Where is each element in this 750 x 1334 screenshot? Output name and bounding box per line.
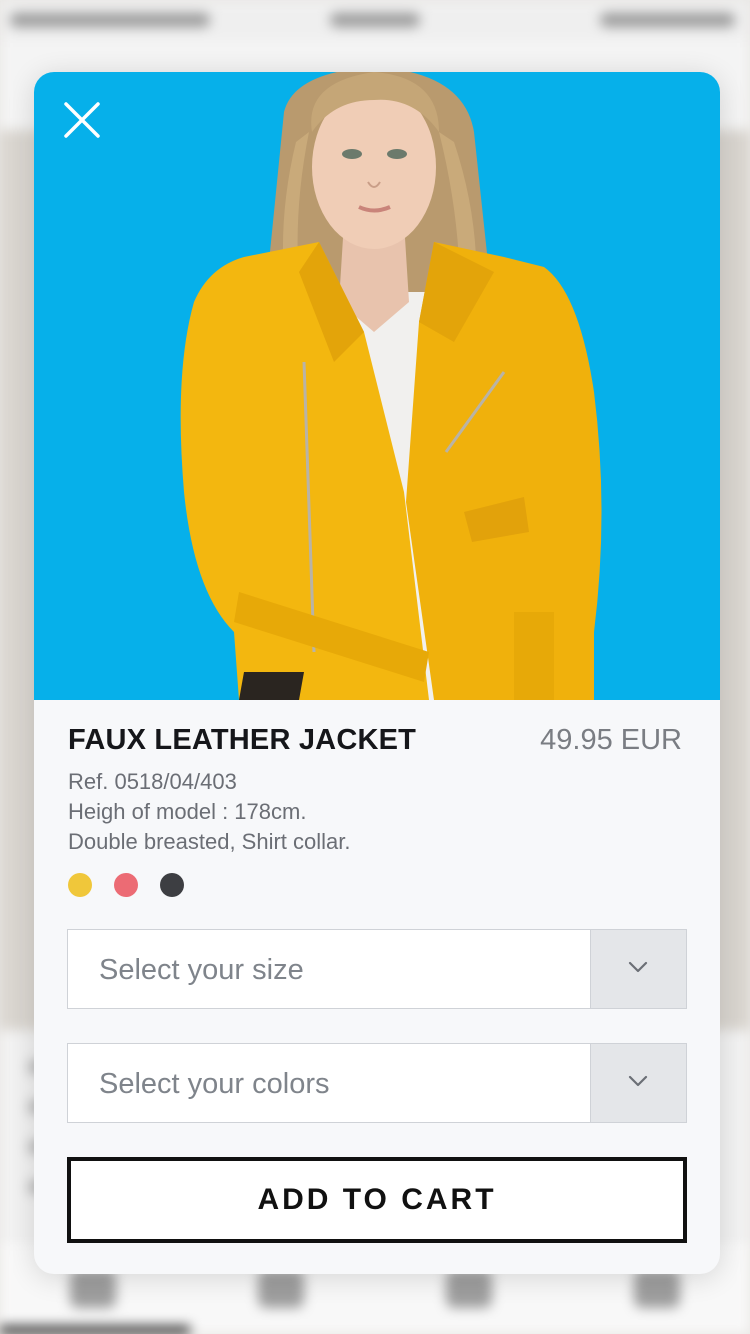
close-button[interactable] xyxy=(60,98,104,142)
swatch-coral[interactable] xyxy=(114,873,138,897)
product-title: FAUX LEATHER JACKET xyxy=(68,724,417,756)
color-select-placeholder: Select your colors xyxy=(99,1068,330,1100)
add-to-cart-button[interactable]: ADD TO CART xyxy=(67,1157,687,1243)
product-image xyxy=(34,72,720,700)
size-select[interactable]: Select your size xyxy=(67,929,687,1009)
color-select[interactable]: Select your colors xyxy=(67,1043,687,1123)
swatch-charcoal[interactable] xyxy=(160,873,184,897)
status-bar xyxy=(0,0,750,40)
size-select-placeholder: Select your size xyxy=(99,954,304,986)
close-icon xyxy=(64,102,100,138)
model-height: Heigh of model : 178cm. xyxy=(68,799,307,824)
size-select-toggle[interactable] xyxy=(590,930,686,1008)
chevron-down-icon xyxy=(628,961,648,973)
product-description: Double breasted, Shirt collar. xyxy=(68,829,351,854)
product-modal: FAUX LEATHER JACKET 49.95 EUR Ref. 0518/… xyxy=(34,72,720,1274)
product-price: 49.95 EUR xyxy=(540,724,682,756)
chevron-down-icon xyxy=(628,1075,648,1087)
color-select-toggle[interactable] xyxy=(590,1044,686,1122)
product-ref: Ref. 0518/04/403 xyxy=(68,769,237,794)
home-indicator xyxy=(0,1326,190,1334)
model-photo xyxy=(180,72,602,700)
swatch-yellow[interactable] xyxy=(68,873,92,897)
